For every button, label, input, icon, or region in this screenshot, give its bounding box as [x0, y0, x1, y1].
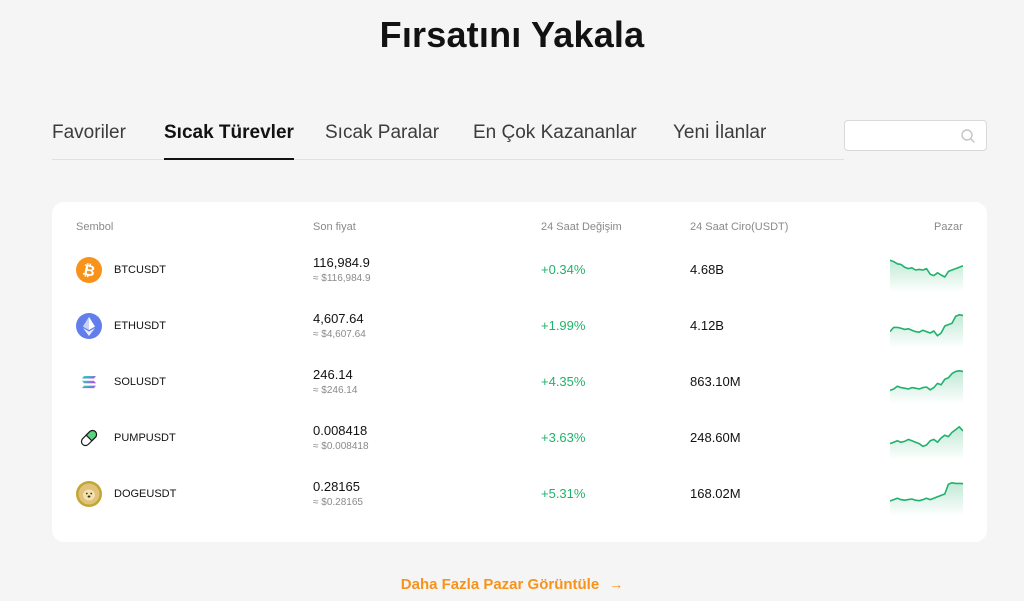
tab-hot-derivatives[interactable]: Sıcak Türevler [164, 122, 294, 160]
table-row[interactable]: ₿ BTCUSDT 116,984.9 ≈ $116,984.9 +0.34% … [52, 243, 987, 299]
symbol-label: PUMPUSDT [114, 432, 176, 444]
symbol-label: ETHUSDT [114, 320, 166, 332]
arrow-right-icon: → [609, 576, 624, 592]
table-row[interactable]: ETHUSDT 4,607.64 ≈ $4,607.64 +1.99% 4.12… [52, 299, 987, 355]
tab-new-listings[interactable]: Yeni İlanlar [673, 122, 766, 144]
sparkline-chart [890, 314, 963, 348]
header-change: 24 Saat Değişim [541, 221, 622, 233]
price-usd: ≈ $116,984.9 [313, 273, 371, 284]
sparkline-chart [890, 370, 963, 404]
tab-favorites[interactable]: Favoriler [52, 122, 126, 144]
last-price: 0.008418 [313, 423, 368, 438]
tab-top-gainers[interactable]: En Çok Kazananlar [473, 122, 637, 144]
sparkline-chart [890, 482, 963, 516]
view-more-label: Daha Fazla Pazar Görüntüle [400, 576, 600, 593]
last-price: 246.14 [313, 367, 353, 382]
price-usd: ≈ $0.008418 [313, 441, 369, 452]
dogecoin-icon [76, 481, 102, 507]
bitcoin-icon: ₿ [76, 257, 102, 283]
change-24h: +1.99% [541, 318, 586, 333]
change-24h: +3.63% [541, 430, 586, 445]
svg-text:₿: ₿ [81, 260, 97, 280]
header-market: Pazar [934, 221, 963, 233]
table-row[interactable]: DOGEUSDT 0.28165 ≈ $0.28165 +5.31% 168.0… [52, 467, 987, 523]
view-more-markets-link[interactable]: Daha Fazla Pazar Görüntüle → [0, 576, 1024, 593]
header-volume: 24 Saat Ciro(USDT) [690, 221, 789, 233]
last-price: 4,607.64 [313, 311, 364, 326]
market-tabs: Favoriler Sıcak Türevler Sıcak Paralar E… [52, 112, 844, 160]
volume-24h: 248.60M [690, 430, 741, 445]
symbol-label: BTCUSDT [114, 264, 166, 276]
symbol-label: SOLUSDT [114, 376, 166, 388]
volume-24h: 4.68B [690, 262, 724, 277]
price-usd: ≈ $0.28165 [313, 497, 363, 508]
table-row[interactable]: SOLUSDT 246.14 ≈ $246.14 +4.35% 863.10M [52, 355, 987, 411]
volume-24h: 863.10M [690, 374, 741, 389]
sparkline-chart [890, 259, 963, 292]
price-usd: ≈ $4,607.64 [313, 329, 366, 340]
change-24h: +5.31% [541, 486, 586, 501]
price-usd: ≈ $246.14 [313, 385, 358, 396]
ethereum-icon [76, 313, 102, 339]
page-title: Fırsatını Yakala [379, 14, 645, 55]
search-input[interactable] [845, 121, 955, 150]
market-table: Sembol Son fiyat 24 Saat Değişim 24 Saat… [52, 202, 987, 542]
search-icon[interactable] [960, 128, 976, 144]
search-box[interactable] [844, 120, 987, 151]
header-symbol: Sembol [76, 221, 114, 233]
last-price: 0.28165 [313, 479, 360, 494]
sparkline-chart [890, 426, 963, 460]
tab-hot-coins[interactable]: Sıcak Paralar [325, 122, 439, 144]
volume-24h: 4.12B [690, 318, 724, 333]
symbol-label: DOGEUSDT [114, 488, 177, 500]
header-price: Son fiyat [313, 221, 356, 233]
change-24h: +4.35% [541, 374, 586, 389]
volume-24h: 168.02M [690, 486, 741, 501]
pill-icon [76, 425, 102, 451]
solana-icon [76, 369, 102, 395]
last-price: 116,984.9 [313, 255, 370, 270]
table-row[interactable]: PUMPUSDT 0.008418 ≈ $0.008418 +3.63% 248… [52, 411, 987, 467]
change-24h: +0.34% [541, 262, 586, 277]
